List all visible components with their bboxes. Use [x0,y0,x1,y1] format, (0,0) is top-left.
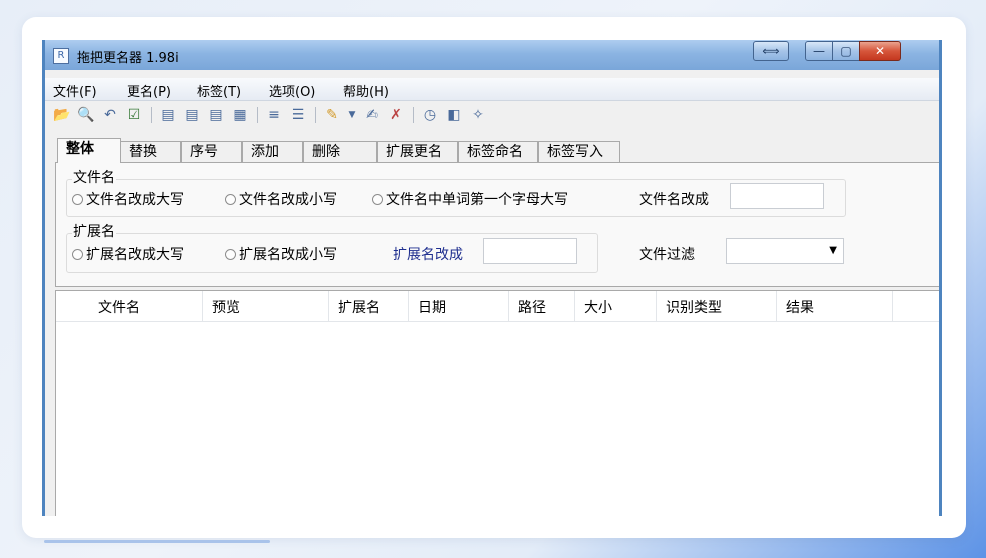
column-divider[interactable] [574,291,575,321]
tab-replace[interactable]: 替换 [120,141,181,162]
column-result[interactable]: 结果 [786,297,814,317]
tab-tag-write[interactable]: 标签写入 [538,141,620,162]
ext-rename-label: 扩展名改成 [393,247,463,263]
tab-tag-naming[interactable]: 标签命名 [458,141,538,162]
radio-ext-upper[interactable]: 扩展名改成大写 [72,244,184,264]
tab-sequence[interactable]: 序号 [181,141,242,162]
window-title: 拖把更名器 1.98i [77,51,179,66]
decorative-underline [44,540,270,543]
file-filter-label: 文件过滤 [639,247,695,263]
radio-filename-lower[interactable]: 文件名改成小写 [225,189,337,209]
maximize-button[interactable]: ▢ [832,41,860,61]
menu-bar: 文件(F) 更名(P) 标签(T) 选项(O) 帮助(H) [45,78,939,101]
filename-rename-label: 文件名改成 [639,192,709,208]
column-divider[interactable] [656,291,657,321]
column-divider[interactable] [892,291,893,321]
ext-rename-input[interactable] [483,238,577,264]
column-divider[interactable] [328,291,329,321]
app-icon: R [53,48,69,64]
chevron-down-icon: ▼ [829,245,837,256]
column-divider[interactable] [202,291,203,321]
file-icon-1[interactable]: ▤ [159,106,177,124]
file-list[interactable]: 文件名 预览 扩展名 日期 路径 大小 识别类型 结果 [55,290,939,516]
menu-options[interactable]: 选项(O) [269,81,315,100]
toolbar-separator [257,107,258,123]
minimize-button[interactable]: — [805,41,833,61]
radio-filename-capitalize[interactable]: 文件名中单词第一个字母大写 [372,189,568,209]
toolbar-separator [315,107,316,123]
file-icon-3[interactable]: ▤ [207,106,225,124]
tab-overall[interactable]: 整体 [57,138,121,163]
pen-icon[interactable]: ✎ [323,106,341,124]
radio-ext-lower[interactable]: 扩展名改成小写 [225,244,337,264]
undo-icon[interactable]: ↶ [101,106,119,124]
title-bar: R 拖把更名器 1.98i ⟺ — ▢ ✕ [45,40,939,70]
column-path[interactable]: 路径 [518,297,546,317]
column-size[interactable]: 大小 [584,297,612,317]
pen-delete-icon[interactable]: ✗ [387,106,405,124]
menu-file[interactable]: 文件(F) [53,81,97,100]
column-date[interactable]: 日期 [418,297,446,317]
file-icon-4[interactable]: ▦ [231,106,249,124]
resize-button[interactable]: ⟺ [753,41,789,61]
panel-icon[interactable]: ◧ [445,106,463,124]
open-folder-icon[interactable]: 📂 [53,106,71,124]
menu-tags[interactable]: 标签(T) [197,81,241,100]
options-panel: 文件名 文件名改成大写 文件名改成小写 文件名中单词第一个字母大写 文件名改成 … [55,162,939,287]
tab-add[interactable]: 添加 [242,141,303,162]
tab-delete[interactable]: 删除 [303,141,377,162]
column-divider[interactable] [408,291,409,321]
toolbar: 📂 🔍 ↶ ☑ ▤ ▤ ▤ ▦ ≡ ☰ ✎ ▼ ✍ ✗ ◷ ◧ ✧ [45,103,939,127]
column-detected-type[interactable]: 识别类型 [666,297,722,317]
radio-filename-upper[interactable]: 文件名改成大写 [72,189,184,209]
menu-rename[interactable]: 更名(P) [127,81,171,100]
close-button[interactable]: ✕ [859,41,901,61]
column-filename[interactable]: 文件名 [98,297,140,317]
column-divider[interactable] [508,291,509,321]
toolbar-separator [151,107,152,123]
list-header: 文件名 预览 扩展名 日期 路径 大小 识别类型 结果 [56,291,939,322]
settings-icon[interactable]: ✧ [469,106,487,124]
file-icon-2[interactable]: ▤ [183,106,201,124]
app-window: R 拖把更名器 1.98i ⟺ — ▢ ✕ 文件(F) 更名(P) 标签(T) … [42,40,942,516]
pen-doc-icon[interactable]: ✍ [363,106,381,124]
list-icon-2[interactable]: ☰ [289,106,307,124]
column-extension[interactable]: 扩展名 [338,297,380,317]
column-preview[interactable]: 预览 [212,297,240,317]
column-divider[interactable] [776,291,777,321]
file-filter-select[interactable]: ▼ [726,238,844,264]
check-icon[interactable]: ☑ [125,106,143,124]
menu-help[interactable]: 帮助(H) [343,81,389,100]
toolbar-separator [413,107,414,123]
extension-group-title: 扩展名 [72,221,116,241]
list-icon[interactable]: ≡ [265,106,283,124]
tab-ext-rename[interactable]: 扩展更名 [377,141,458,162]
clock-icon[interactable]: ◷ [421,106,439,124]
filename-rename-input[interactable] [730,183,824,209]
search-icon[interactable]: 🔍 [77,106,95,124]
dropdown-icon[interactable]: ▼ [343,106,361,124]
filename-group-title: 文件名 [72,167,116,187]
